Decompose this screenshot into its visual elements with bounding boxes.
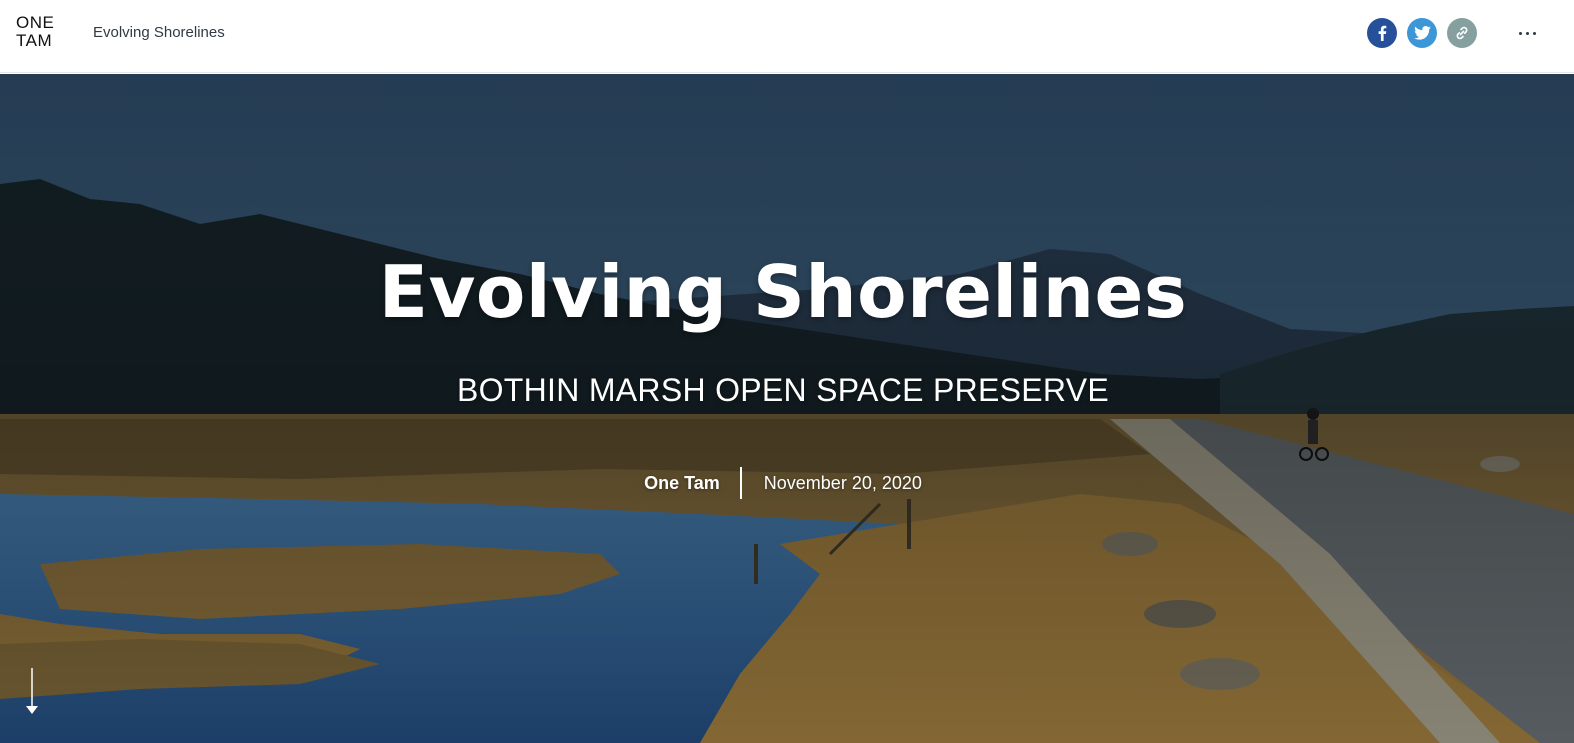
more-icon xyxy=(1518,31,1522,35)
copy-link-button[interactable] xyxy=(1447,18,1477,48)
story-subtitle: BOTHIN MARSH OPEN SPACE PRESERVE xyxy=(456,372,1110,408)
facebook-icon xyxy=(1378,25,1387,41)
arrow-down-icon xyxy=(26,668,38,714)
logo-line-1: ONE xyxy=(16,13,55,32)
author-name: One Tam xyxy=(644,472,720,493)
logo-line-2: TAM xyxy=(16,31,53,50)
share-facebook-button[interactable] xyxy=(1367,18,1397,48)
scroll-down-button[interactable] xyxy=(23,668,41,720)
more-options-button[interactable] xyxy=(1512,20,1542,46)
publish-date: November 20, 2020 xyxy=(763,472,922,493)
hero-cover: Evolving Shorelines BOTHIN MARSH OPEN SP… xyxy=(0,74,1574,743)
byline: One Tam November 20, 2020 xyxy=(0,466,1566,500)
header-story-title: Evolving Shorelines xyxy=(93,24,225,41)
twitter-icon xyxy=(1413,26,1431,40)
link-icon xyxy=(1456,26,1468,40)
one-tam-logo[interactable]: ONE TAM xyxy=(16,14,62,54)
story-title: Evolving Shorelines xyxy=(378,250,1188,334)
story-header: ONE TAM Evolving Shorelines xyxy=(0,0,1574,73)
share-twitter-button[interactable] xyxy=(1407,18,1437,48)
hero-text-block: Evolving Shorelines BOTHIN MARSH OPEN SP… xyxy=(0,74,1574,743)
